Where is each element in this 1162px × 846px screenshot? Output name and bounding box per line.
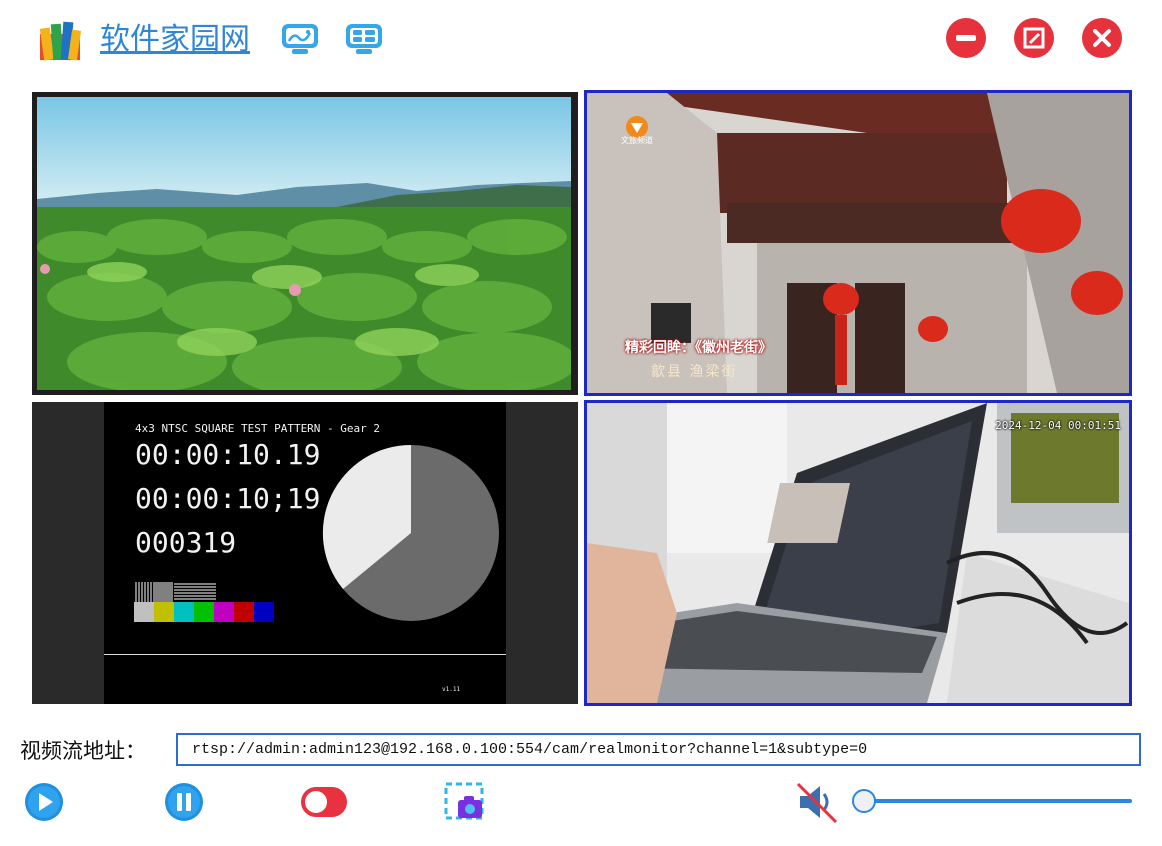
color-bar-4 [214,602,234,622]
test-pattern-divider [104,654,506,655]
video-pane-1[interactable] [32,92,578,395]
pause-button[interactable] [164,782,204,822]
channel-logo-text: 文旅频道 [621,136,653,145]
color-bars [134,602,274,622]
record-toggle-icon [301,787,347,817]
play-icon [25,783,63,821]
maximize-button[interactable] [1014,18,1054,58]
broadcast-subcaption: 歙县 渔梁街 [651,364,738,380]
pause-icon [165,783,203,821]
stream-url-label: 视频流地址： [20,739,146,763]
maximize-icon [1023,27,1045,49]
minimize-icon [956,35,976,41]
close-button[interactable] [1082,18,1122,58]
progress-pie-graphic [322,444,499,621]
timecode-secondary: 00:00:10;19 [135,482,321,515]
color-bar-2 [174,602,194,622]
app-logo [38,20,82,62]
test-pattern-version: v1.11 [442,686,461,693]
play-button[interactable] [24,782,64,822]
logo-icon [39,21,82,61]
broadcast-caption: 精彩回眸：《徽州老街》 [625,340,772,356]
video-pane-2[interactable]: 文旅频道 精彩回眸：《徽州老街》 歙县 渔梁街 [584,90,1132,396]
video-pane-4[interactable]: 2024-12-04 00:01:51 [584,400,1132,706]
color-bar-1 [154,602,174,622]
color-bar-0 [134,602,154,622]
close-icon [1093,29,1111,47]
video-pane-3[interactable]: 4x3 NTSC SQUARE TEST PATTERN - Gear 2 00… [32,402,578,704]
mute-icon [796,782,838,824]
color-bar-3 [194,602,214,622]
mute-button[interactable] [794,780,838,824]
stream-url-input[interactable]: rtsp://admin:admin123@192.168.0.100:554/… [176,733,1141,766]
color-bar-5 [234,602,254,622]
frame-counter: 000319 [135,526,237,559]
volume-slider-handle[interactable] [852,789,876,813]
volume-slider-track[interactable] [866,799,1132,803]
camera-timestamp: 2024-12-04 00:01:51 [995,419,1121,432]
monitor-grid-icon[interactable] [344,20,384,58]
snapshot-button[interactable] [444,782,486,822]
record-toggle[interactable] [300,786,348,818]
minimize-button[interactable] [946,18,986,58]
app-title[interactable]: 软件家园网 [100,20,250,60]
snapshot-icon [444,782,484,820]
lotus-field-image [37,97,571,390]
camera-feed-image [587,403,1129,703]
timecode-primary: 00:00:10.19 [135,438,321,471]
monitor-signal-icon[interactable] [280,20,320,58]
test-pattern-header: 4x3 NTSC SQUARE TEST PATTERN - Gear 2 [135,422,381,435]
color-bar-6 [254,602,274,622]
